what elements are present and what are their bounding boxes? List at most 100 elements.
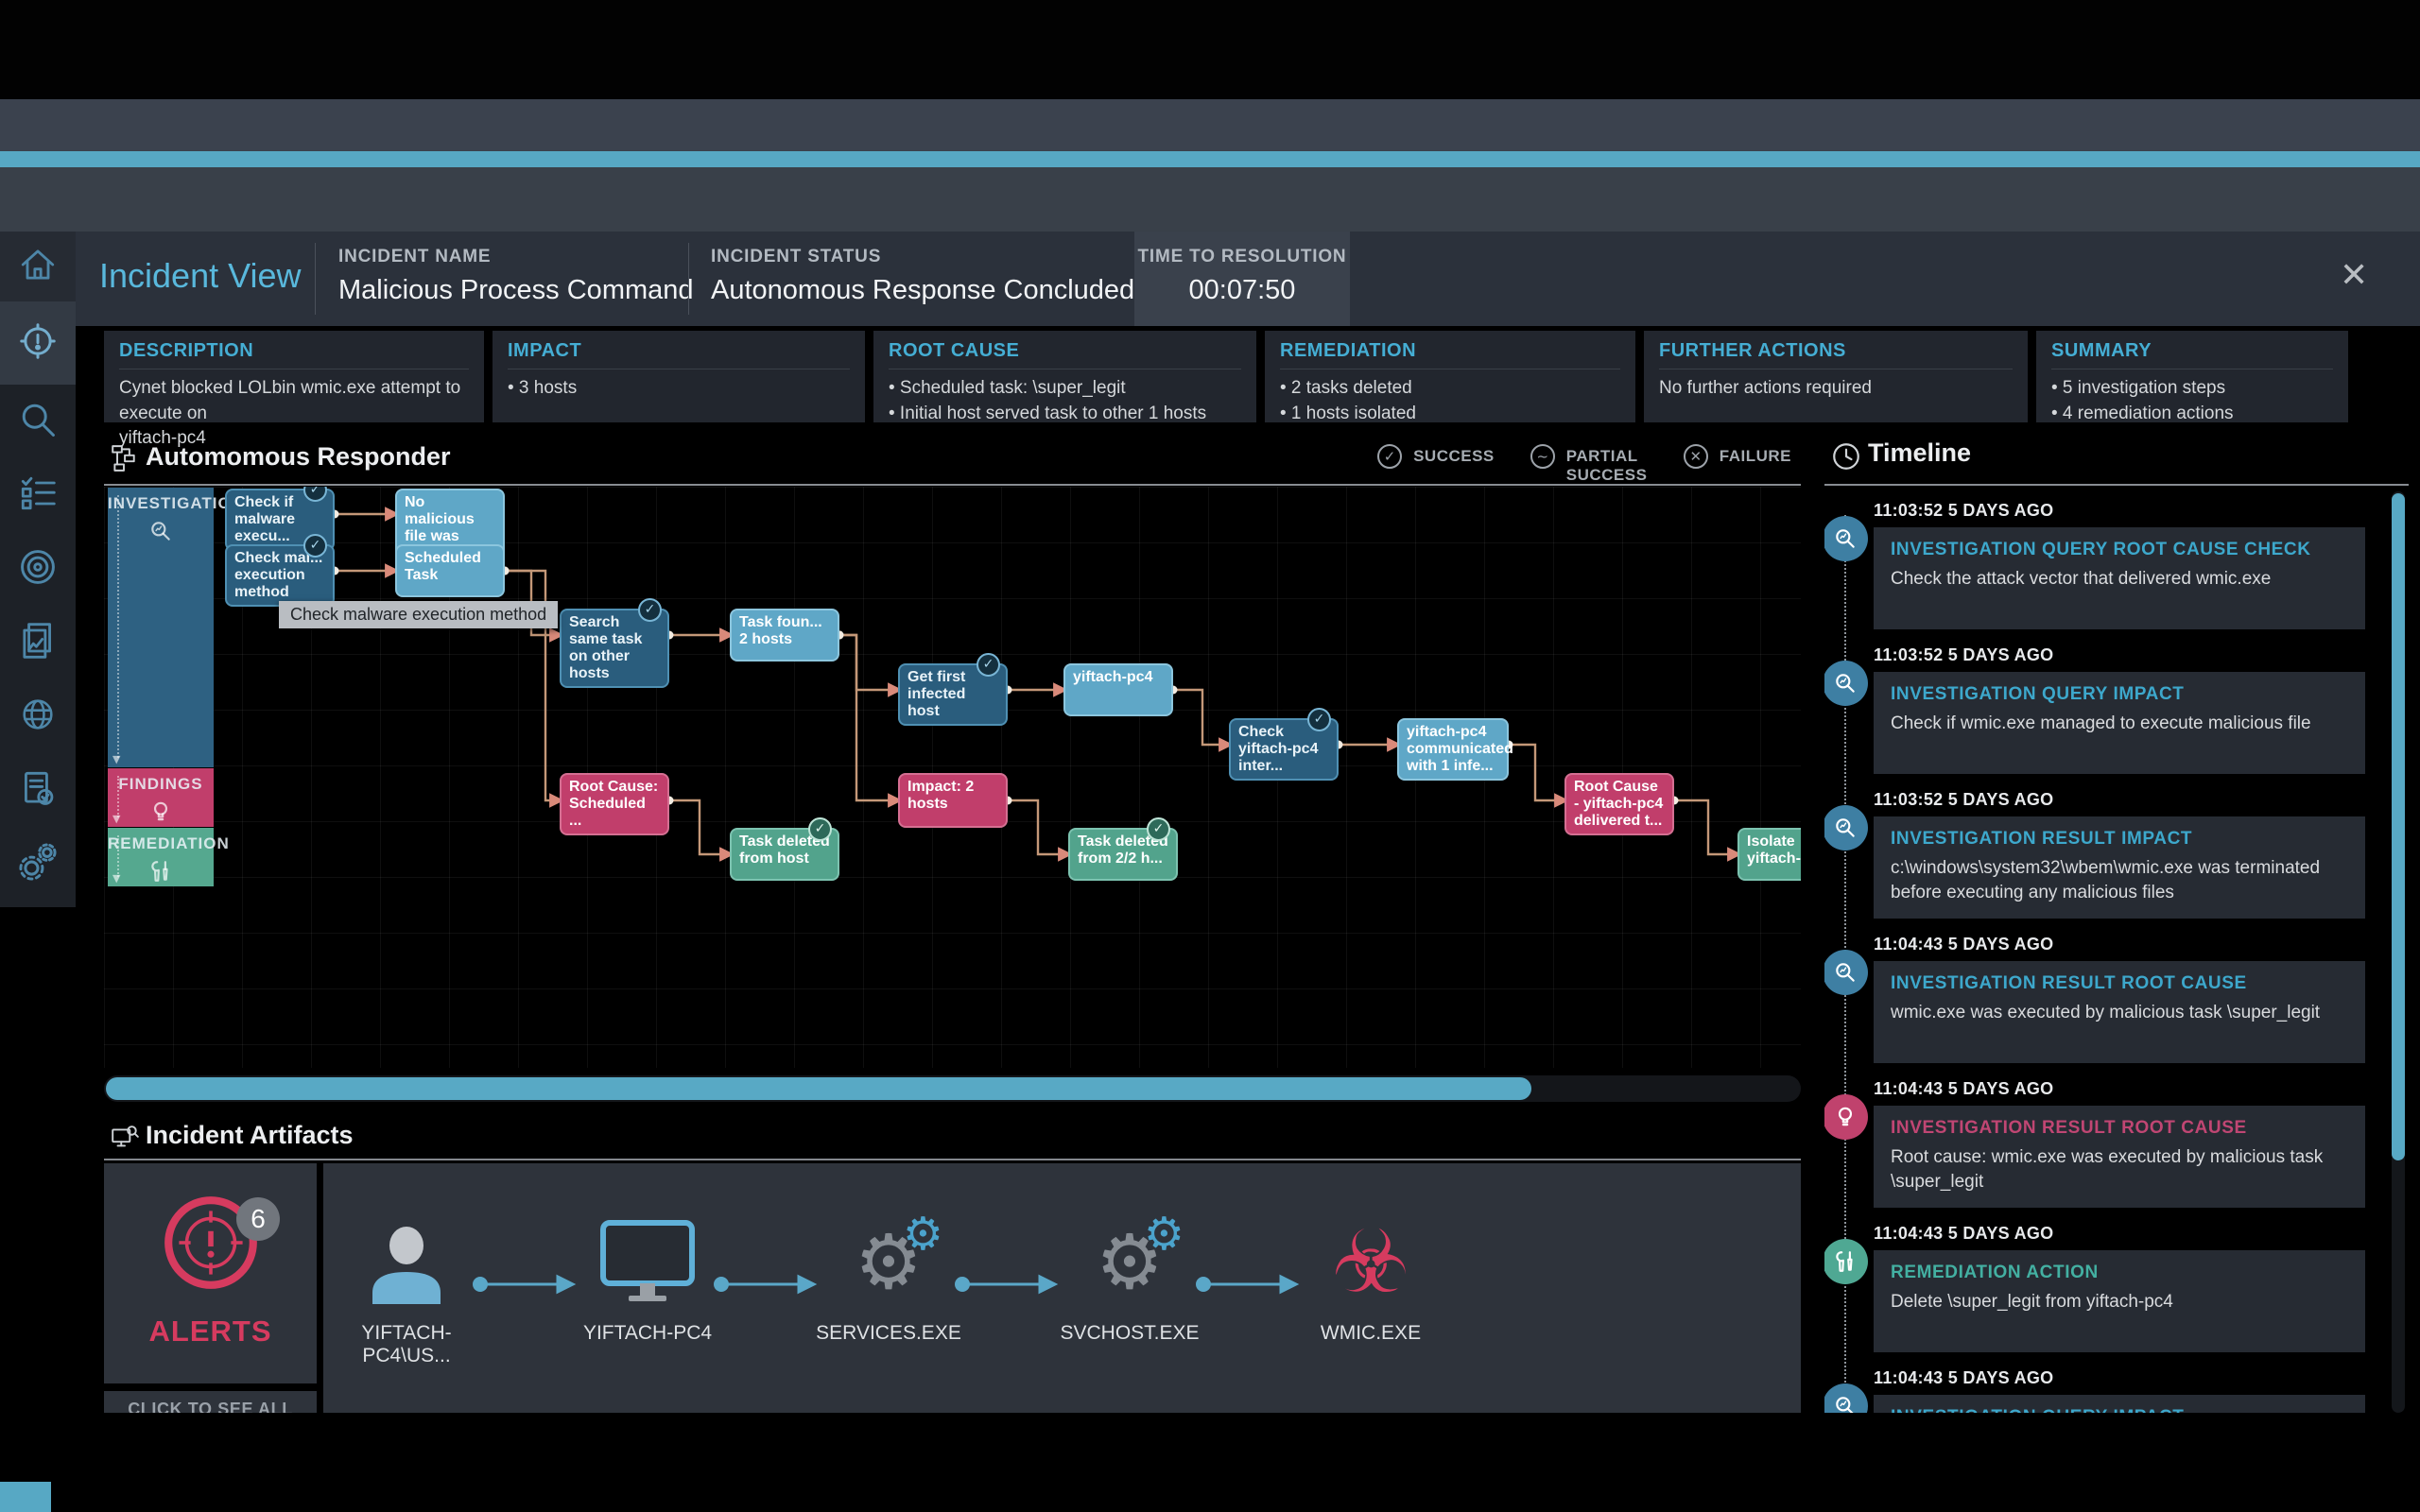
horizontal-scrollbar[interactable] xyxy=(104,1075,1801,1102)
ttr-value: 00:07:50 xyxy=(1188,275,1296,305)
flow-node-label: Check yiftach-pc4 inter... xyxy=(1238,724,1319,775)
flow-node-label: Root Cause: Scheduled ... xyxy=(569,779,659,830)
artifact-biohazard[interactable]: ☣ WMIC.EXE xyxy=(1290,1211,1451,1362)
artifact-label: YIFTACH-PC4 xyxy=(582,1322,713,1344)
flow-node-n6[interactable]: Task foun... 2 hosts xyxy=(730,609,839,662)
timeline-timestamp: 11:04:43 5 DAYS AGO xyxy=(1874,1224,2054,1243)
gears-icon: ⚙ ⚙ xyxy=(1096,1208,1184,1306)
timeline-entry[interactable]: INVESTIGATION RESULT IMPACT c:\windows\sy… xyxy=(1874,816,2365,919)
timeline-timestamp: 11:04:43 5 DAYS AGO xyxy=(1874,1079,2054,1098)
secondary-toolbar-band xyxy=(0,167,2420,232)
scrollbar-thumb[interactable] xyxy=(2392,493,2405,1160)
legend-label: FAILURE xyxy=(1719,447,1791,465)
timeline-search-icon xyxy=(1824,516,1868,561)
sidebar-item-home[interactable] xyxy=(0,232,76,301)
artifact-label: SERVICES.EXE xyxy=(816,1322,961,1344)
card-title: SUMMARY xyxy=(2051,340,2152,361)
responder-section: Automomous Responder ✓ SUCCESS ~ PARTIAL SU… xyxy=(104,435,1801,1106)
status-legend: ✓ SUCCESS ~ PARTIAL SUCCESS ✕ FAILURE xyxy=(1377,444,1791,484)
artifact-label: YIFTACH-PC4\US... xyxy=(361,1322,452,1366)
sidebar-item-search[interactable] xyxy=(0,385,76,458)
flow-node-n15[interactable]: Task deleted from 2/2 h... ✓ xyxy=(1068,817,1178,881)
responder-header: Automomous Responder ✓ SUCCESS ~ PARTIAL SU… xyxy=(104,435,1801,484)
divider xyxy=(104,1159,1801,1160)
success-badge-icon: ✓ xyxy=(808,817,832,841)
sidebar-item-target[interactable] xyxy=(0,532,76,606)
timeline-entry-text: Delete \super_legit from yiftach-pc4 xyxy=(1891,1292,2173,1312)
sidebar-item-settings[interactable] xyxy=(0,827,76,901)
success-badge-icon: ✓ xyxy=(303,534,327,558)
flow-node-n9[interactable]: Check yiftach-pc4 inter... ✓ xyxy=(1229,708,1339,782)
card-text: • 4 remediation actions xyxy=(2051,403,2234,423)
flow-node-n10[interactable]: yiftach-pc4 communicated with 1 infe... xyxy=(1397,718,1513,782)
flow-node-n3[interactable]: Check mal... execution method ✓ xyxy=(225,534,335,608)
flow-node-n8[interactable]: yiftach-pc4 xyxy=(1063,663,1173,716)
timeline-entry-type: INVESTIGATION QUERY ROOT CAUSE CHECK xyxy=(1891,540,2311,559)
timeline-timestamp: 11:04:43 5 DAYS AGO xyxy=(1874,1368,2054,1387)
flow-node-n7[interactable]: Get first infected host ✓ xyxy=(898,653,1008,727)
flow-node-n14[interactable]: Task deleted from host ✓ xyxy=(730,817,839,881)
legend-item-partial-success: ~ PARTIAL SUCCESS xyxy=(1530,444,1648,484)
flow-node-label: Search same task on other hosts xyxy=(569,614,643,682)
timeline-entry[interactable]: INVESTIGATION QUERY IMPACT Check if wmic.… xyxy=(1874,672,2365,774)
close-icon[interactable]: ✕ xyxy=(2340,258,2368,292)
sidebar-item-audit[interactable] xyxy=(0,753,76,827)
timeline-entry-text: wmic.exe was executed by malicious task … xyxy=(1891,1003,2321,1022)
timeline-entry[interactable]: INVESTIGATION QUERY ROOT CAUSE CHECK Chec… xyxy=(1874,527,2365,629)
card-text: Cynet blocked LOLbin wmic.exe attempt to… xyxy=(119,378,461,423)
timeline-entry-type: INVESTIGATION RESULT ROOT CAUSE xyxy=(1891,973,2247,993)
timeline-entry-type: INVESTIGATION RESULT ROOT CAUSE xyxy=(1891,1118,2247,1138)
legend-status-icon: ✕ xyxy=(1683,444,1708,469)
artifact-gears[interactable]: ⚙ ⚙ SVCHOST.EXE xyxy=(1049,1211,1210,1362)
legend-item-failure: ✕ FAILURE xyxy=(1683,444,1791,484)
alert-target-icon xyxy=(16,319,60,368)
flow-node-n4[interactable]: Scheduled Task xyxy=(395,544,505,597)
sidebar-item-incidents[interactable] xyxy=(0,301,76,385)
legend-label: SUCCESS xyxy=(1413,447,1495,465)
sidebar-item-network[interactable] xyxy=(0,679,76,753)
ttr-label: TIME TO RESOLUTION xyxy=(1137,247,1347,266)
flow-node-label: Root Cause - yiftach-pc4 delivered t... xyxy=(1574,779,1664,830)
timeline-entry[interactable]: INVESTIGATION RESULT ROOT CAUSE Root caus… xyxy=(1874,1106,2365,1208)
timeline-panel: Timeline 11:03:52 5 DAYS AGO INVESTIGATIO… xyxy=(1824,435,2420,1413)
flowchart-icon xyxy=(110,444,138,477)
timeline-entry[interactable]: INVESTIGATION RESULT ROOT CAUSE wmic.exe … xyxy=(1874,961,2365,1063)
timeline-entry-text: Check the attack vector that delivered w… xyxy=(1891,569,2272,589)
incident-name-label: INCIDENT NAME xyxy=(338,247,492,266)
card-title: FURTHER ACTIONS xyxy=(1659,340,1846,361)
flow-node-n5[interactable]: Search same task on other hosts ✓ xyxy=(560,598,669,689)
flow-node-n16[interactable]: Isolate yiftach-p...✓ xyxy=(1737,828,1801,881)
flow-node-n11[interactable]: Root Cause: Scheduled ... xyxy=(560,773,669,836)
timeline-timestamp: 11:04:43 5 DAYS AGO xyxy=(1874,935,2054,954)
bottom-black-band xyxy=(0,1413,2420,1512)
globe-icon xyxy=(19,696,57,738)
artifacts-title: Incident Artifacts xyxy=(146,1121,354,1149)
timeline-entry[interactable]: INVESTIGATION QUERY IMPACTCheck if \supe… xyxy=(1874,1395,2365,1413)
summary-card-root-cause: ROOT CAUSE • Scheduled task: \super_legit… xyxy=(873,331,1256,423)
timeline-entry[interactable]: REMEDIATION ACTION Delete \super_legit fr… xyxy=(1874,1250,2365,1352)
bullseye-icon xyxy=(16,545,60,593)
flow-node-n12[interactable]: Impact: 2 hosts xyxy=(898,773,1008,828)
sidebar-item-reports[interactable] xyxy=(0,606,76,679)
success-badge-icon: ✓ xyxy=(638,598,662,622)
flow-node-label: Impact: 2 hosts xyxy=(908,779,975,813)
artifact-monitor[interactable]: YIFTACH-PC4 xyxy=(567,1211,728,1362)
artifact-gears[interactable]: ⚙ ⚙ SERVICES.EXE xyxy=(808,1211,969,1362)
timeline-entry-type: INVESTIGATION QUERY IMPACT xyxy=(1891,684,2185,704)
timeline-lightbulb-icon xyxy=(1824,1094,1868,1140)
timeline-entry-text: Root cause: wmic.exe was executed by mal… xyxy=(1891,1147,2324,1192)
artifact-label: SVCHOST.EXE xyxy=(1060,1322,1200,1344)
sidebar-item-tasks[interactable] xyxy=(0,458,76,532)
timeline-search-icon xyxy=(1824,1383,1868,1413)
timeline-timestamp: 11:03:52 5 DAYS AGO xyxy=(1874,645,2054,664)
flow-node-label: Get first infected host xyxy=(908,669,966,720)
scrollbar-thumb[interactable] xyxy=(106,1077,1531,1100)
artifact-user[interactable]: YIFTACH-PC4\US... xyxy=(326,1211,487,1366)
timeline-entry-type: INVESTIGATION RESULT IMPACT xyxy=(1891,829,2193,849)
flow-node-n13[interactable]: Root Cause - yiftach-pc4 delivered t... xyxy=(1564,773,1674,836)
vertical-scrollbar[interactable] xyxy=(2392,491,2405,1413)
taskbar-fragment xyxy=(0,1482,51,1512)
alerts-card[interactable]: 6 ALERTS xyxy=(104,1163,317,1383)
top-black-band xyxy=(0,0,2420,99)
card-text: • Initial host served task to other 1 ho… xyxy=(889,403,1207,423)
